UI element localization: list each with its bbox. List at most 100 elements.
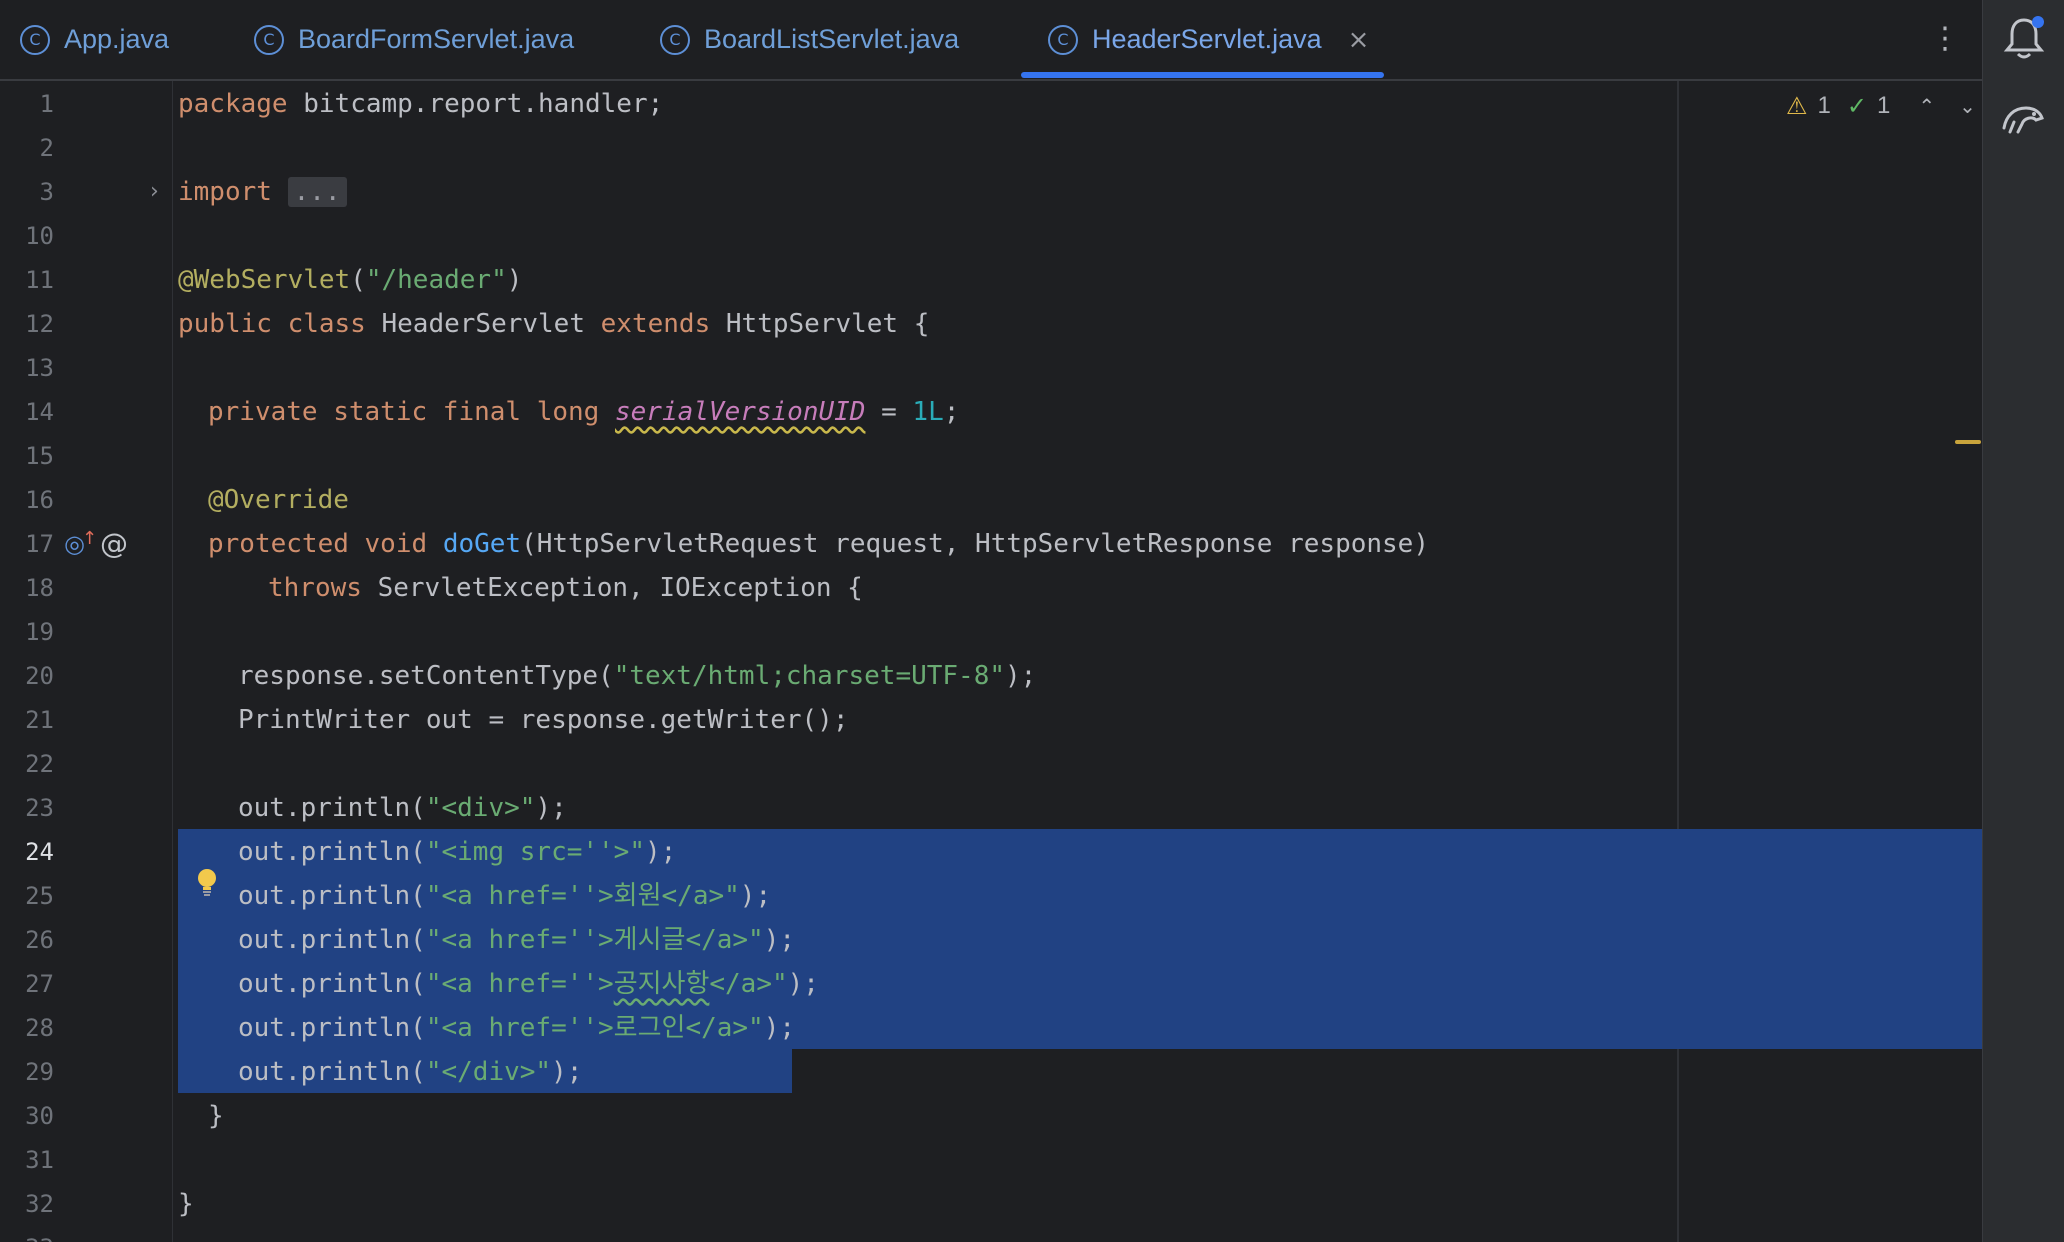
code-line-23: out.println("<div>"); (238, 786, 567, 830)
code-line-11: @WebServlet("/header") (178, 258, 522, 302)
keyword: extends (600, 309, 711, 339)
line-number: 22 (25, 750, 54, 778)
ai-assistant-icon[interactable] (2000, 98, 2046, 138)
string-literal: "<a href=''>게시글</a>" (425, 925, 764, 955)
code-text: ); (535, 793, 567, 823)
code-text: } (178, 1189, 194, 1219)
error-stripe-marker[interactable] (1955, 440, 1981, 444)
line-number: 23 (25, 794, 54, 822)
keyword: private static final long (208, 397, 600, 427)
code-line-14: private static final long serialVersionU… (208, 390, 959, 434)
code-text: response.setContentType( (238, 661, 614, 691)
string-literal: "text/html;charset=UTF-8" (613, 661, 1006, 691)
line-number: 3 (39, 178, 54, 206)
code-text: } (208, 1101, 224, 1131)
arrow-up-icon: ↑ (82, 528, 98, 549)
code-line-29: out.println("</div>"); (238, 1050, 582, 1094)
warning-count: 1 (1817, 92, 1831, 119)
code-text: HttpServlet { (710, 309, 930, 339)
lightbulb-icon[interactable] (196, 868, 218, 898)
code-text: PrintWriter out = response.getWriter(); (238, 705, 849, 735)
tab-headerservlet-java[interactable]: C HeaderServlet.java × (1048, 0, 1369, 79)
line-number: 28 (25, 1014, 54, 1042)
code-text: out.println( (238, 881, 426, 911)
code-text: ); (551, 1057, 583, 1087)
code-line-28: out.println("<a href=''>로그인</a>"); (238, 1006, 795, 1050)
code-line-1: package bitcamp.report.handler; (178, 82, 663, 126)
code-text: ServletException, IOException { (361, 573, 863, 603)
code-text: out.println( (238, 1013, 426, 1043)
string-literal: "/header" (365, 265, 507, 295)
line-number: 17 (25, 530, 54, 558)
chevron-down-icon[interactable]: ⌄ (1959, 94, 1976, 118)
line-number: 32 (25, 1190, 54, 1218)
string-literal: </a>" (709, 969, 788, 999)
code-text: ); (787, 969, 819, 999)
tab-app-java[interactable]: C App.java (20, 0, 169, 79)
code-text: ); (1005, 661, 1037, 691)
notification-badge (2032, 16, 2044, 28)
line-number: 13 (25, 354, 54, 382)
folded-imports[interactable]: ... (287, 177, 347, 207)
right-tool-strip (1982, 0, 2064, 1242)
code-line-32: } (178, 1182, 194, 1226)
code-text: out.println( (238, 969, 426, 999)
line-number: 2 (39, 134, 54, 162)
right-margin-guide (1677, 81, 1679, 1242)
keyword: package (178, 89, 288, 119)
tab-label: BoardFormServlet.java (298, 24, 575, 54)
gutter-separator (172, 81, 173, 1242)
string-literal: "<a href=''>회원</a>" (425, 881, 740, 911)
line-number: 12 (25, 310, 54, 338)
annotation: @WebServlet (178, 265, 351, 295)
tab-label: HeaderServlet.java (1092, 24, 1322, 54)
code-text: = (865, 397, 913, 427)
code-text: ( (350, 265, 366, 295)
class-icon: C (20, 24, 50, 55)
line-number: 10 (25, 222, 54, 250)
string-literal: "<a href=''>로그인</a>" (425, 1013, 764, 1043)
code-line-16: @Override (208, 478, 349, 522)
keyword: protected void (208, 529, 428, 559)
line-number: 15 (25, 442, 54, 470)
line-number: 1 (39, 90, 54, 118)
code-text: ; (943, 397, 960, 427)
inspection-widget[interactable]: ⚠ 1 ✓ 1 ⌃ ⌄ (1786, 91, 1976, 121)
number-literal: 1L (912, 397, 944, 427)
code-line-30: } (208, 1094, 224, 1138)
code-line-27: out.println("<a href=''>공지사항</a>"); (238, 962, 819, 1006)
chevron-right-icon[interactable]: › (150, 170, 159, 214)
line-number: 20 (25, 662, 54, 690)
line-number-current: 24 (25, 838, 54, 866)
tab-label: BoardListServlet.java (704, 24, 960, 54)
keyword: throws (268, 573, 362, 603)
method-name: doGet (442, 529, 522, 559)
annotation: @Override (208, 485, 349, 515)
string-literal: "<div>" (425, 793, 536, 823)
more-options-icon[interactable]: ⋮ (1930, 14, 1960, 64)
code-line-25: out.println("<a href=''>회원</a>"); (238, 874, 771, 918)
line-number: 21 (25, 706, 54, 734)
code-editor[interactable]: ⚠ 1 ✓ 1 ⌃ ⌄ 1 2 3 10 11 12 13 14 15 16 1… (0, 81, 1982, 1242)
tab-boardformservlet-java[interactable]: C BoardFormServlet.java (254, 0, 574, 79)
code-text: ); (645, 837, 677, 867)
override-annotation-icon[interactable]: @ (100, 522, 128, 566)
notifications-icon[interactable] (2002, 14, 2046, 62)
tab-label: App.java (64, 24, 170, 54)
chevron-up-icon[interactable]: ⌃ (1918, 94, 1935, 118)
weak-warning-count: 1 (1876, 92, 1891, 119)
line-number: 16 (25, 486, 54, 514)
close-icon[interactable]: × (1348, 25, 1370, 55)
keyword: import (178, 177, 272, 207)
string-literal: "<img src=''>" (425, 837, 645, 867)
code-line-18: throws ServletException, IOException { (268, 566, 863, 610)
class-icon: C (1048, 24, 1078, 55)
code-line-20: response.setContentType("text/html;chars… (238, 654, 1036, 698)
tab-boardlistservlet-java[interactable]: C BoardListServlet.java (660, 0, 959, 79)
code-text: bitcamp.report.handler; (287, 89, 664, 119)
code-text: (HttpServletRequest request, HttpServlet… (521, 529, 1429, 559)
code-text: out.println( (238, 925, 426, 955)
typo-highlight: 공지사항 (613, 969, 710, 999)
code-text: ); (763, 1013, 796, 1043)
